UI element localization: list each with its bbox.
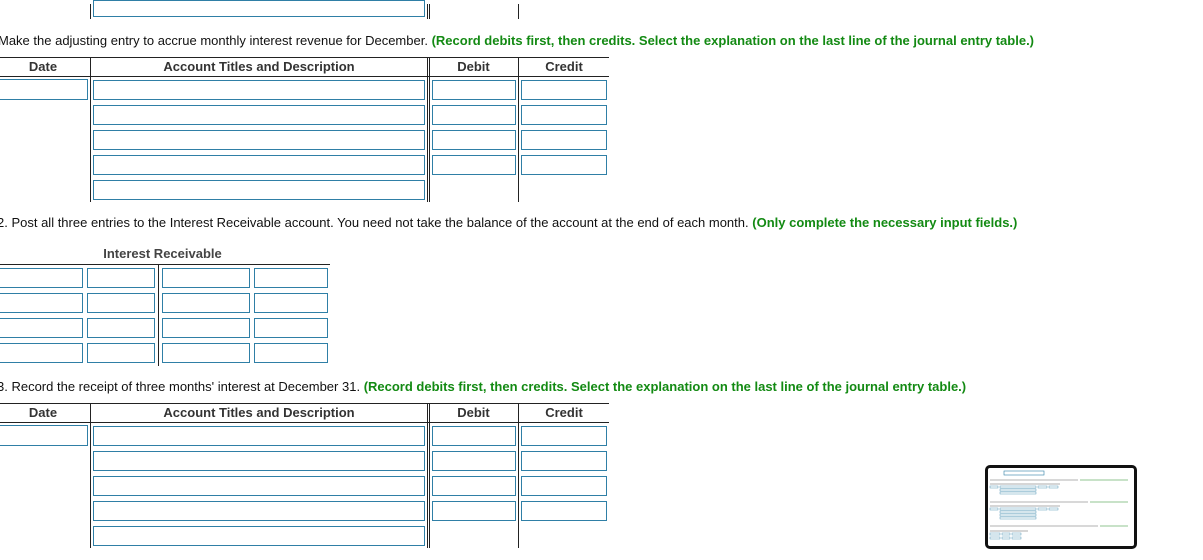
instruction-post-entries: 2. Post all three entries to the Interes… xyxy=(0,215,1017,231)
t-debit-date-field[interactable] xyxy=(0,293,83,313)
instruction-record-receipt: 3. Record the receipt of three months' i… xyxy=(0,379,966,395)
t-credit-amount-field[interactable] xyxy=(254,318,328,338)
column-header-debit: Debit xyxy=(457,405,490,420)
page-preview-icon xyxy=(989,470,1128,540)
credit-field[interactable] xyxy=(521,80,607,100)
page-preview-thumbnail[interactable] xyxy=(985,465,1137,549)
account-field[interactable] xyxy=(93,426,425,446)
debit-field[interactable] xyxy=(432,451,516,471)
column-rule xyxy=(518,57,519,202)
t-debit-date-field[interactable] xyxy=(0,343,83,363)
t-credit-amount-field[interactable] xyxy=(254,343,328,363)
account-field[interactable] xyxy=(93,451,425,471)
column-header-debit: Debit xyxy=(457,59,490,74)
date-field[interactable] xyxy=(0,425,88,446)
column-header-credit: Credit xyxy=(545,405,583,420)
prev-table-rule xyxy=(518,4,519,19)
t-credit-date-field[interactable] xyxy=(162,268,250,288)
instruction-hint: (Record debits first, then credits. Sele… xyxy=(431,33,1035,48)
t-debit-amount-field[interactable] xyxy=(87,293,155,313)
credit-field[interactable] xyxy=(521,501,607,521)
column-header-account: Account Titles and Description xyxy=(163,405,355,420)
column-rule xyxy=(429,403,430,548)
t-account-title: Interest Receivable xyxy=(103,246,222,261)
credit-field[interactable] xyxy=(521,155,607,175)
t-credit-amount-field[interactable] xyxy=(254,293,328,313)
account-field[interactable] xyxy=(93,80,425,100)
instruction-accrue-december: Make the adjusting entry to accrue month… xyxy=(0,33,1034,49)
t-debit-amount-field[interactable] xyxy=(87,268,155,288)
instruction-text: 3. Record the receipt of three months' i… xyxy=(0,379,361,394)
column-rule xyxy=(518,403,519,548)
t-debit-date-field[interactable] xyxy=(0,318,83,338)
t-debit-amount-field[interactable] xyxy=(87,343,155,363)
explanation-field[interactable] xyxy=(93,180,425,200)
t-credit-date-field[interactable] xyxy=(162,343,250,363)
credit-field[interactable] xyxy=(521,130,607,150)
debit-field[interactable] xyxy=(432,155,516,175)
instruction-text: 2. Post all three entries to the Interes… xyxy=(0,215,749,230)
instruction-hint: (Record debits first, then credits. Sele… xyxy=(363,379,967,394)
account-field[interactable] xyxy=(93,130,425,150)
debit-field[interactable] xyxy=(432,105,516,125)
t-account-top-rule xyxy=(0,264,330,265)
account-field[interactable] xyxy=(93,501,425,521)
t-debit-amount-field[interactable] xyxy=(87,318,155,338)
prev-table-rule xyxy=(90,4,91,19)
column-rule xyxy=(90,57,91,202)
debit-field[interactable] xyxy=(432,80,516,100)
debit-field[interactable] xyxy=(432,476,516,496)
prev-table-rule xyxy=(429,4,430,19)
explanation-field[interactable] xyxy=(93,526,425,546)
prev-table-rule xyxy=(427,4,428,19)
column-rule xyxy=(429,57,430,202)
debit-field[interactable] xyxy=(432,130,516,150)
account-field[interactable] xyxy=(93,155,425,175)
account-field[interactable] xyxy=(93,105,425,125)
t-credit-amount-field[interactable] xyxy=(254,268,328,288)
debit-field[interactable] xyxy=(432,426,516,446)
instruction-hint: (Only complete the necessary input field… xyxy=(752,215,1018,230)
instruction-text: Make the adjusting entry to accrue month… xyxy=(0,33,428,48)
t-credit-date-field[interactable] xyxy=(162,293,250,313)
t-account-divider xyxy=(158,264,159,366)
credit-field[interactable] xyxy=(521,105,607,125)
credit-field[interactable] xyxy=(521,476,607,496)
prev-account-field[interactable] xyxy=(93,0,425,17)
debit-field[interactable] xyxy=(432,501,516,521)
t-credit-date-field[interactable] xyxy=(162,318,250,338)
column-rule xyxy=(427,57,428,202)
column-rule xyxy=(427,403,428,548)
credit-field[interactable] xyxy=(521,426,607,446)
account-field[interactable] xyxy=(93,476,425,496)
credit-field[interactable] xyxy=(521,451,607,471)
date-field[interactable] xyxy=(0,79,88,100)
column-header-date: Date xyxy=(28,405,58,420)
column-header-account: Account Titles and Description xyxy=(163,59,355,74)
column-rule xyxy=(90,403,91,548)
column-header-date: Date xyxy=(28,59,58,74)
column-header-credit: Credit xyxy=(545,59,583,74)
t-debit-date-field[interactable] xyxy=(0,268,83,288)
